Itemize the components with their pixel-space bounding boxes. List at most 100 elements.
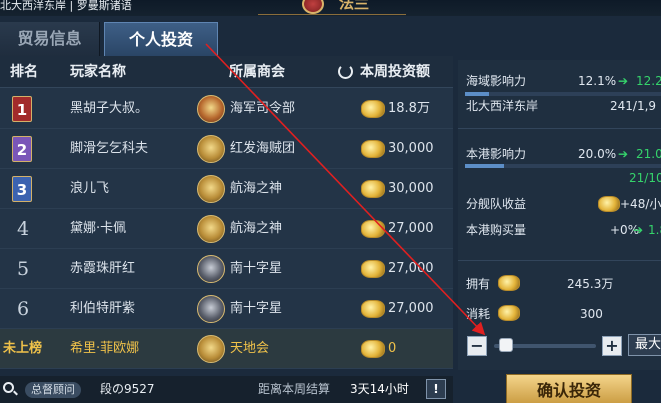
region-value: 241/1,9 xyxy=(610,99,657,113)
guild-emblem-icon xyxy=(197,175,225,203)
arrow-right-icon: ➔ xyxy=(618,147,629,161)
sea-influence-label: 海域影响力 xyxy=(466,74,527,88)
unranked-label: 未上榜 xyxy=(3,341,43,356)
player-name: 赤霞珠肝红 xyxy=(70,261,136,276)
coin-icon xyxy=(498,305,520,321)
table-row[interactable]: 2 脚滑乞乞科夫 红发海贼团 30,000 xyxy=(0,129,453,169)
investment-amount: 0 xyxy=(388,341,397,356)
self-row[interactable]: 未上榜 希里·菲欧娜 天地会 0 xyxy=(0,329,453,369)
rank-number: 4 xyxy=(17,218,30,240)
guild-emblem-icon xyxy=(197,95,225,123)
port-influence-label: 本港影响力 xyxy=(466,147,527,161)
investment-amount: 30,000 xyxy=(388,141,434,156)
info-alert-button[interactable]: ! xyxy=(426,379,446,399)
fleet-income-label: 分舰队收益 xyxy=(466,197,527,211)
guild-name: 南十字星 xyxy=(230,261,283,276)
investment-amount: 27,000 xyxy=(388,301,434,316)
settlement-countdown: 3天14小时 xyxy=(350,382,409,396)
coin-icon xyxy=(498,275,520,291)
port-influence-bar xyxy=(465,164,661,168)
guild-name: 南十字星 xyxy=(230,301,283,316)
cost-value: 300 xyxy=(580,307,603,321)
guild-emblem-icon xyxy=(197,215,225,243)
refresh-icon[interactable] xyxy=(338,64,353,79)
arrow-right-icon: ➔ xyxy=(633,223,644,237)
guild-emblem-icon xyxy=(197,135,225,163)
header-guild: 所属商会 xyxy=(229,64,285,80)
coin-icon xyxy=(598,196,620,212)
sea-influence-value: 12.1% xyxy=(578,74,617,88)
title-decoration xyxy=(258,0,406,15)
top-bar: 北大西洋东岸 | 罗曼斯诸语 法兰 xyxy=(0,0,661,16)
own-label: 拥有 xyxy=(466,277,491,291)
tab-personal-investment[interactable]: 个人投资 xyxy=(104,22,218,56)
port-influence-fill xyxy=(465,164,505,168)
investment-panel: 海域影响力 12.1% ➔ 12.2 北大西洋东岸 241/1,9 本港影响力 … xyxy=(458,60,661,370)
table-row[interactable]: 5 赤霞珠肝红 南十字星 27,000 xyxy=(0,249,453,289)
divider xyxy=(458,128,661,129)
rank-badge-gold: 1 xyxy=(12,96,32,122)
investment-amount: 27,000 xyxy=(388,221,434,236)
coin-stack-icon xyxy=(361,140,385,158)
guild-name: 海军司令部 xyxy=(230,101,296,116)
guild-name: 天地会 xyxy=(230,341,270,356)
coin-stack-icon xyxy=(361,180,385,198)
coin-stack-icon xyxy=(361,220,385,238)
cost-label: 消耗 xyxy=(466,307,491,321)
port-purchase-label: 本港购买量 xyxy=(466,223,527,237)
port-purchase-next: 1.875 xyxy=(648,223,661,237)
arrow-right-icon: ➔ xyxy=(618,74,629,88)
investment-amount: 30,000 xyxy=(388,181,434,196)
guild-name: 航海之神 xyxy=(230,181,283,196)
region-name: 北大西洋东岸 xyxy=(466,99,539,113)
port-rank: 21/10 xyxy=(629,171,661,185)
tab-trade-info[interactable]: 贸易信息 xyxy=(0,22,100,56)
table-row[interactable]: 6 利伯特肝紫 南十字星 27,000 xyxy=(0,289,453,329)
table-row[interactable]: 4 黛娜·卡佩 航海之神 27,000 xyxy=(0,209,453,249)
player-name: 希里·菲欧娜 xyxy=(70,341,140,356)
confirm-investment-button[interactable]: 确认投资 xyxy=(506,374,632,403)
table-row[interactable]: 3 浪儿飞 航海之神 30,000 xyxy=(0,169,453,209)
decrease-button[interactable]: − xyxy=(467,336,487,356)
player-name: 浪儿飞 xyxy=(70,181,110,196)
header-rank: 排名 xyxy=(10,64,38,80)
guild-name: 红发海贼团 xyxy=(230,141,296,156)
rank-number: 6 xyxy=(17,298,30,320)
coin-stack-icon xyxy=(361,340,385,358)
coin-stack-icon xyxy=(361,300,385,318)
rank-badge-blue: 3 xyxy=(12,176,32,202)
consultant-badge[interactable]: 总督顾问 xyxy=(25,382,81,398)
increase-button[interactable]: + xyxy=(602,336,622,356)
coin-stack-icon xyxy=(361,260,385,278)
region-label: 北大西洋东岸 | 罗曼斯诸语 xyxy=(0,0,132,12)
table-row[interactable]: 1 黑胡子大叔。 海军司令部 18.8万 xyxy=(0,89,453,129)
slider-handle[interactable] xyxy=(499,338,514,352)
player-name: 脚滑乞乞科夫 xyxy=(70,141,149,156)
search-icon[interactable] xyxy=(3,382,14,393)
nation-title: 法兰 xyxy=(339,0,370,12)
coin-stack-icon xyxy=(361,100,385,118)
player-name: 黑胡子大叔。 xyxy=(70,101,149,116)
player-name: 利伯特肝紫 xyxy=(70,301,136,316)
header-player: 玩家名称 xyxy=(70,64,126,80)
player-name: 黛娜·卡佩 xyxy=(70,221,127,236)
table-header: 排名 玩家名称 所属商会 本周投资额 xyxy=(0,56,453,88)
investment-ranking-table: 排名 玩家名称 所属商会 本周投资额 1 黑胡子大叔。 海军司令部 18.8万 … xyxy=(0,56,453,369)
fleet-income-value: +48/小 xyxy=(620,197,661,211)
sea-influence-next: 12.2 xyxy=(636,74,661,88)
rank-badge-purple: 2 xyxy=(12,136,32,162)
guild-emblem-icon xyxy=(197,295,225,323)
max-button[interactable]: 最大 xyxy=(628,334,661,356)
sea-influence-bar xyxy=(465,92,661,96)
investment-amount: 18.8万 xyxy=(388,101,430,116)
bottom-bar: 总督顾问 段の9527 距离本周结算 3天14小时 ! xyxy=(0,376,453,403)
port-influence-value: 20.0% xyxy=(578,147,617,161)
sea-influence-fill xyxy=(465,92,489,96)
segment-label: 段の9527 xyxy=(100,382,155,396)
divider xyxy=(458,260,661,261)
guild-emblem-icon xyxy=(197,255,225,283)
guild-name: 航海之神 xyxy=(230,221,283,236)
settlement-label: 距离本周结算 xyxy=(258,382,331,396)
guild-emblem-icon xyxy=(197,335,225,363)
header-weekly-investment: 本周投资额 xyxy=(360,64,430,80)
